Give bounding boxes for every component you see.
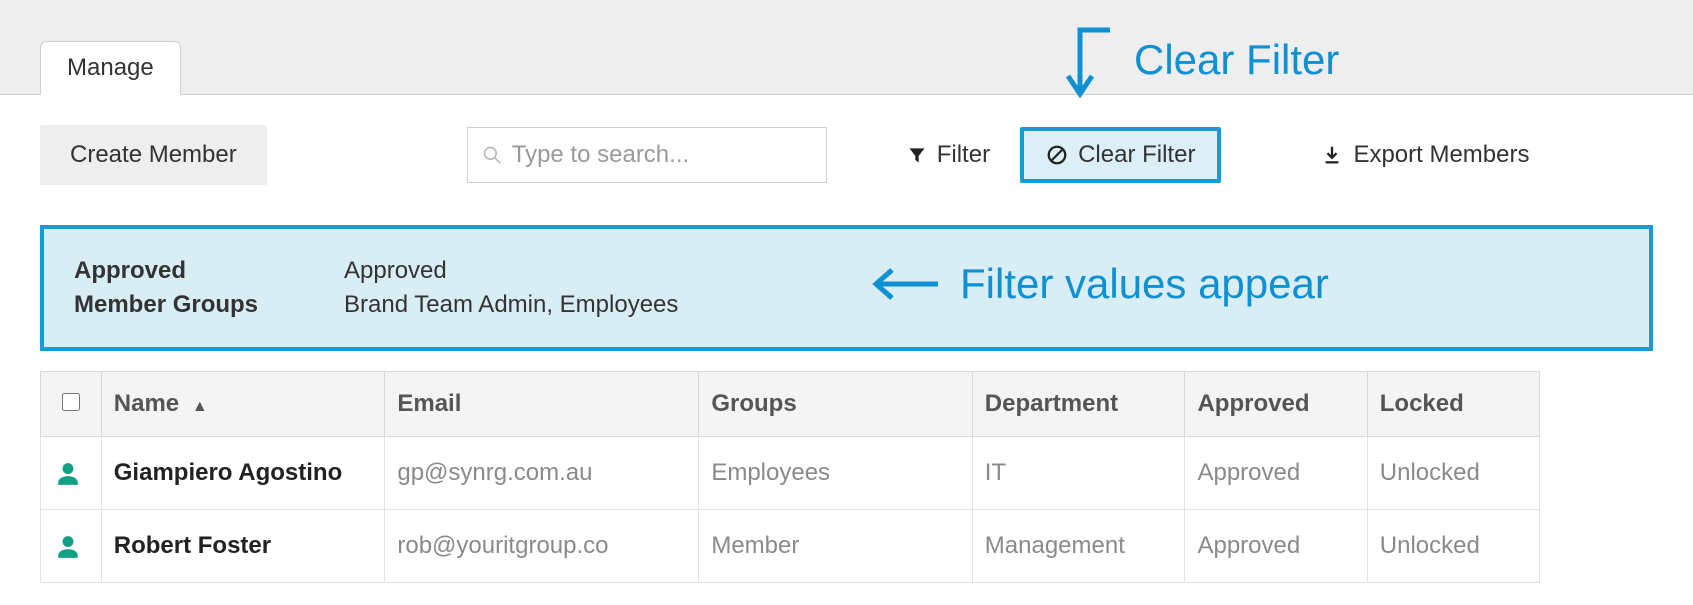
cell-name: Robert Foster bbox=[101, 510, 385, 583]
search-input[interactable] bbox=[512, 141, 812, 169]
column-header-checkbox[interactable] bbox=[41, 372, 102, 437]
column-header-name[interactable]: Name ▲ bbox=[101, 372, 385, 437]
filter-label: Filter bbox=[937, 141, 990, 169]
active-filters-panel: Approved Approved Member Groups Brand Te… bbox=[40, 225, 1653, 351]
ban-icon bbox=[1046, 144, 1068, 166]
column-header-locked[interactable]: Locked bbox=[1367, 372, 1539, 437]
search-field-wrap[interactable] bbox=[467, 127, 827, 183]
filter-row-value: Approved bbox=[344, 257, 447, 285]
person-icon bbox=[55, 461, 81, 487]
table-row[interactable]: Giampiero Agostinogp@synrg.com.auEmploye… bbox=[41, 437, 1540, 510]
filter-button[interactable]: Filter bbox=[907, 141, 990, 169]
create-member-button[interactable]: Create Member bbox=[40, 125, 267, 185]
cell-email: gp@synrg.com.au bbox=[385, 437, 699, 510]
column-header-email[interactable]: Email bbox=[385, 372, 699, 437]
cell-groups: Employees bbox=[699, 437, 972, 510]
filter-icon bbox=[907, 145, 927, 165]
members-table: Name ▲ Email Groups Department Approved … bbox=[40, 371, 1540, 583]
column-header-name-text: Name bbox=[114, 390, 179, 417]
filter-row-label: Approved bbox=[74, 257, 344, 285]
cell-approved: Approved bbox=[1185, 437, 1367, 510]
cell-department: Management bbox=[972, 510, 1185, 583]
tab-manage[interactable]: Manage bbox=[40, 41, 181, 95]
table-row[interactable]: Robert Fosterrob@youritgroup.coMemberMan… bbox=[41, 510, 1540, 583]
person-icon bbox=[55, 534, 81, 560]
cell-department: IT bbox=[972, 437, 1185, 510]
export-members-button[interactable]: Export Members bbox=[1321, 141, 1529, 169]
filter-row: Member Groups Brand Team Admin, Employee… bbox=[74, 291, 1619, 319]
cell-groups: Member bbox=[699, 510, 972, 583]
clear-filter-button[interactable]: Clear Filter bbox=[1020, 127, 1221, 183]
filter-row-value: Brand Team Admin, Employees bbox=[344, 291, 678, 319]
download-icon bbox=[1321, 144, 1343, 166]
select-all-checkbox[interactable] bbox=[62, 393, 80, 411]
cell-locked: Unlocked bbox=[1367, 510, 1539, 583]
column-header-department[interactable]: Department bbox=[972, 372, 1185, 437]
clear-filter-label: Clear Filter bbox=[1078, 141, 1195, 169]
cell-locked: Unlocked bbox=[1367, 437, 1539, 510]
cell-approved: Approved bbox=[1185, 510, 1367, 583]
export-members-label: Export Members bbox=[1353, 141, 1529, 169]
column-header-groups[interactable]: Groups bbox=[699, 372, 972, 437]
filter-row-label: Member Groups bbox=[74, 291, 344, 319]
cell-name: Giampiero Agostino bbox=[101, 437, 385, 510]
filter-row: Approved Approved bbox=[74, 257, 1619, 285]
search-icon bbox=[482, 145, 502, 165]
cell-email: rob@youritgroup.co bbox=[385, 510, 699, 583]
sort-asc-icon: ▲ bbox=[192, 398, 208, 415]
column-header-approved[interactable]: Approved bbox=[1185, 372, 1367, 437]
